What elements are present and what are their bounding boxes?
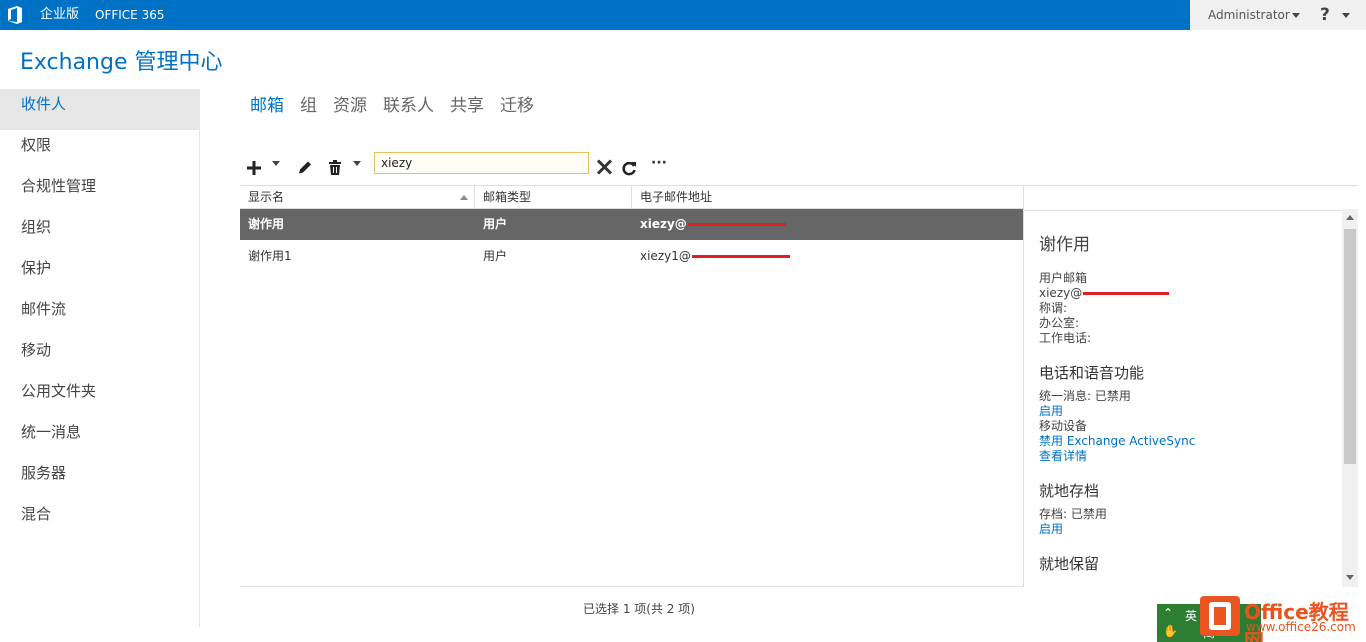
- clear-search-icon[interactable]: [596, 154, 613, 180]
- user-menu[interactable]: Administrator: [1208, 0, 1290, 30]
- delete-chevron-down-icon[interactable]: [353, 161, 361, 166]
- column-header-display-name[interactable]: 显示名: [240, 186, 475, 209]
- um-status: 统一消息: 已禁用: [1039, 389, 1339, 404]
- phone-voice-heading: 电话和语音功能: [1039, 362, 1339, 383]
- details-title: 谢作用: [1039, 230, 1339, 255]
- nav-item-compliance[interactable]: 合规性管理: [0, 171, 199, 212]
- row-display-name: 谢作用1: [240, 241, 292, 272]
- tab-mailboxes[interactable]: 邮箱: [250, 94, 284, 118]
- details-content: 谢作用 用户邮箱 xiezy@ 称谓: 办公室: 工作电话: 电话和语音功能 统…: [1039, 230, 1339, 580]
- add-chevron-down-icon[interactable]: [272, 161, 280, 166]
- selection-status: 已选择 1 项(共 2 项): [583, 600, 695, 617]
- row-mailbox-type: 用户: [475, 209, 507, 240]
- scroll-down-icon[interactable]: [1346, 575, 1354, 580]
- edit-icon[interactable]: [297, 155, 312, 181]
- hold-heading: 就地保留: [1039, 553, 1339, 574]
- um-enable-link[interactable]: 启用: [1039, 404, 1339, 419]
- sort-ascending-icon: [460, 195, 468, 200]
- nav-item-unified-messaging[interactable]: 统一消息: [0, 417, 199, 458]
- nav-item-hybrid[interactable]: 混合: [0, 499, 199, 540]
- details-email: xiezy@: [1039, 286, 1339, 301]
- office-tutorial-logo-icon: [1200, 596, 1240, 636]
- mailbox-list: 显示名 邮箱类型 电子邮件地址 谢作用 用户 xiezy@ 谢作用1 用户 xi…: [240, 185, 1023, 587]
- tab-bar: 邮箱 组 资源 联系人 共享 迁移: [250, 94, 550, 118]
- more-options-icon[interactable]: ···: [651, 150, 667, 176]
- details-mailbox-type: 用户邮箱: [1039, 271, 1339, 286]
- user-area: Administrator ?: [1190, 0, 1366, 30]
- nav-item-mail-flow[interactable]: 邮件流: [0, 294, 199, 335]
- list-header: 显示名 邮箱类型 电子邮件地址: [240, 185, 1023, 209]
- watermark-url: www.office26.com: [1246, 620, 1356, 634]
- hand-icon: ✋: [1163, 624, 1178, 638]
- scroll-up-icon[interactable]: [1346, 215, 1354, 220]
- edition-link[interactable]: 企业版: [30, 0, 89, 30]
- redaction-mark: [692, 255, 790, 258]
- details-pane: 谢作用 用户邮箱 xiezy@ 称谓: 办公室: 工作电话: 电话和语音功能 统…: [1023, 185, 1358, 587]
- nav-item-public-folders[interactable]: 公用文件夹: [0, 376, 199, 417]
- nav-item-mobile[interactable]: 移动: [0, 335, 199, 376]
- nav-item-permissions[interactable]: 权限: [0, 130, 199, 171]
- details-phone-label: 工作电话:: [1039, 331, 1339, 346]
- tab-contacts[interactable]: 联系人: [383, 94, 434, 118]
- refresh-icon[interactable]: [621, 155, 637, 181]
- scroll-thumb[interactable]: [1344, 229, 1356, 464]
- delete-icon[interactable]: [328, 155, 342, 181]
- app-title: Exchange 管理中心: [20, 44, 223, 76]
- nav-item-recipients[interactable]: 收件人: [0, 89, 199, 130]
- details-office-label: 办公室:: [1039, 316, 1339, 331]
- table-row[interactable]: 谢作用1 用户 xiezy1@: [240, 241, 1023, 272]
- row-email: xiezy@: [632, 209, 786, 240]
- ime-lang: 英: [1185, 607, 1197, 624]
- left-nav: 收件人 权限 合规性管理 组织 保护 邮件流 移动 公用文件夹 统一消息 服务器…: [0, 89, 200, 627]
- nav-item-protection[interactable]: 保护: [0, 253, 199, 294]
- tab-groups[interactable]: 组: [300, 94, 317, 118]
- help-menu-chevron-down-icon[interactable]: [1342, 13, 1350, 18]
- redaction-mark: [1083, 292, 1169, 295]
- mobile-devices-label: 移动设备: [1039, 419, 1339, 434]
- details-divider: [1024, 210, 1358, 211]
- tab-shared[interactable]: 共享: [450, 94, 484, 118]
- row-email: xiezy1@: [632, 241, 790, 272]
- details-title-label: 称谓:: [1039, 301, 1339, 316]
- nav-item-servers[interactable]: 服务器: [0, 458, 199, 499]
- table-row[interactable]: 谢作用 用户 xiezy@: [240, 209, 1023, 240]
- user-menu-chevron-down-icon[interactable]: [1292, 13, 1300, 18]
- toolbar: ···: [240, 150, 700, 176]
- search-input[interactable]: [374, 152, 589, 174]
- watermark-brand: Office教程网: [1244, 596, 1366, 642]
- column-header-email[interactable]: 电子邮件地址: [632, 186, 1023, 209]
- tab-migration[interactable]: 迁移: [500, 94, 534, 118]
- watermark: Office教程网 www.office26.com: [1200, 592, 1366, 642]
- eas-disable-link[interactable]: 禁用 Exchange ActiveSync: [1039, 434, 1339, 449]
- office-logo-icon[interactable]: [7, 6, 23, 24]
- row-display-name: 谢作用: [240, 209, 284, 240]
- nav-item-organization[interactable]: 组织: [0, 212, 199, 253]
- archive-status: 存档: 已禁用: [1039, 507, 1339, 522]
- column-header-mailbox-type[interactable]: 邮箱类型: [475, 186, 632, 209]
- archive-heading: 就地存档: [1039, 480, 1339, 501]
- top-bar: 企业版 OFFICE 365 Administrator ?: [0, 0, 1366, 30]
- tab-resources[interactable]: 资源: [333, 94, 367, 118]
- help-icon[interactable]: ?: [1320, 0, 1330, 30]
- details-scrollbar[interactable]: [1342, 209, 1358, 587]
- row-mailbox-type: 用户: [475, 241, 507, 272]
- archive-enable-link[interactable]: 启用: [1039, 522, 1339, 537]
- add-icon[interactable]: [246, 155, 262, 181]
- redaction-mark: [688, 223, 786, 226]
- view-details-link[interactable]: 查看详情: [1039, 449, 1339, 464]
- ime-expand-icon: ⌃: [1163, 606, 1173, 620]
- product-name[interactable]: OFFICE 365: [95, 0, 164, 30]
